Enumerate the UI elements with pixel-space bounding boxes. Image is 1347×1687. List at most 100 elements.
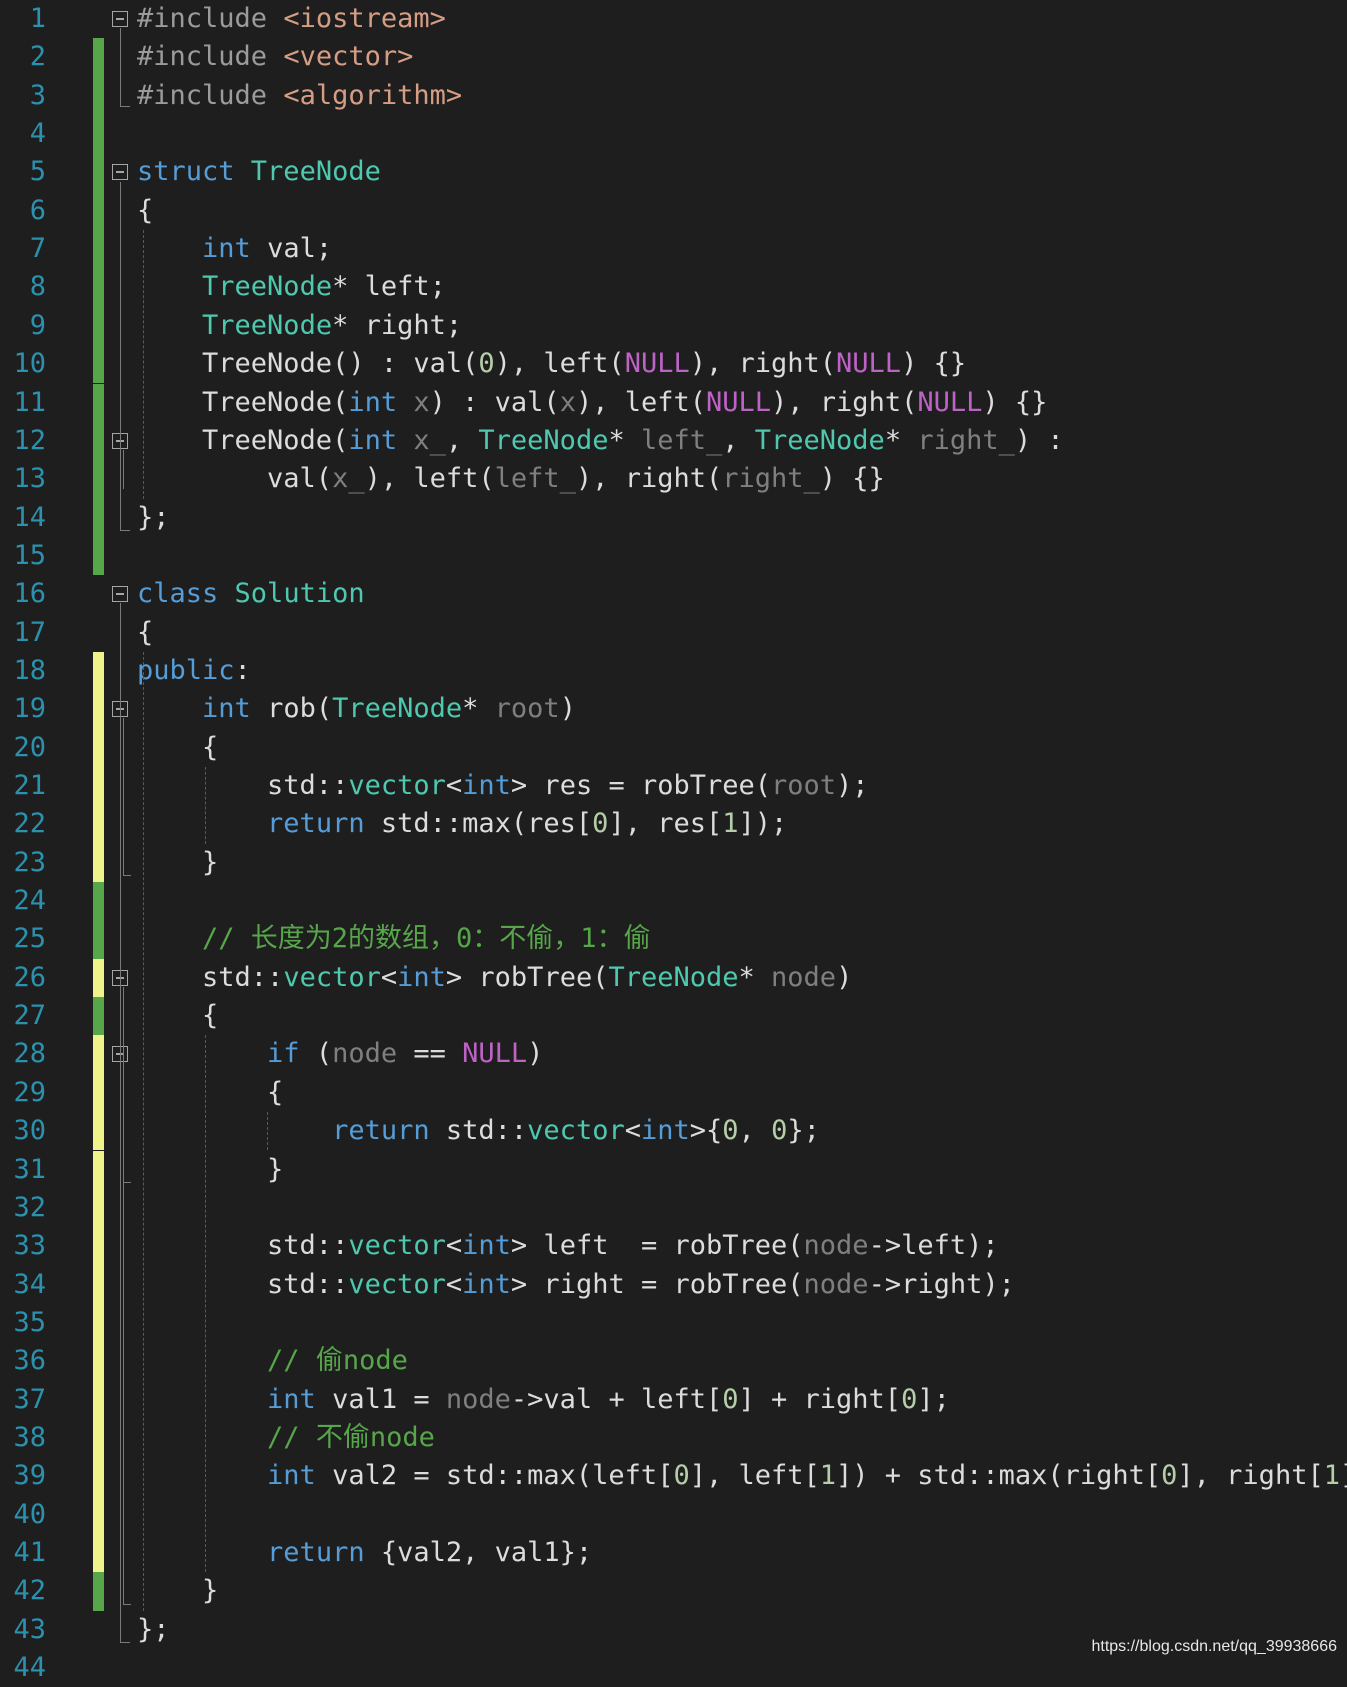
code-text: public: [137, 652, 251, 690]
token-param: left_ [494, 463, 576, 495]
code-line[interactable]: 34 std::vector<int> right = robTree(node… [0, 1265, 1347, 1304]
code-line[interactable]: 9 TreeNode* right; [0, 306, 1347, 346]
token-param: x_ [332, 463, 365, 495]
code-line[interactable]: 16 class Solution [0, 575, 1347, 613]
token-type: vector [348, 1268, 446, 1300]
code-line[interactable]: 29 { [0, 1073, 1347, 1113]
change-bar-saved [93, 191, 104, 231]
line-number: 30 [13, 1115, 46, 1147]
code-line[interactable]: 35 [0, 1303, 1347, 1343]
code-line[interactable]: 26 std::vector<int> robTree(TreeNode* no… [0, 958, 1347, 998]
code-line[interactable]: 41 return {val2, val1}; [0, 1534, 1347, 1573]
token-plain: val; [250, 233, 333, 265]
token-number: 0 [901, 1383, 918, 1415]
token-plain: > robTree( [445, 961, 609, 993]
code-line[interactable]: 37 int val1 = node->val + left[0] + righ… [0, 1380, 1347, 1419]
token-plain: > right = robTree( [510, 1268, 804, 1300]
token-plain: ), left( [364, 463, 495, 495]
code-text: val(x_), left(left_), right(right_) {} [137, 460, 885, 498]
code-line[interactable]: 2 #include <vector> [0, 38, 1347, 77]
code-text: TreeNode(int x) : val(x), left(NULL), ri… [137, 384, 1047, 422]
code-line[interactable]: 11 TreeNode(int x) : val(x), left(NULL),… [0, 383, 1347, 422]
code-line[interactable]: 20 { [0, 728, 1347, 767]
change-bar-unsaved [93, 1035, 104, 1074]
code-line[interactable]: 39 int val2 = std::max(left[0], left[1])… [0, 1457, 1347, 1496]
code-line[interactable]: 5 struct TreeNode [0, 153, 1347, 192]
code-line[interactable]: 19 int rob(TreeNode* root) [0, 690, 1347, 729]
code-line[interactable]: 23 } [0, 843, 1347, 883]
code-line[interactable]: 7 int val; [0, 230, 1347, 269]
token-type: vector [348, 1230, 446, 1262]
code-line[interactable]: 30 return std::vector<int>{0, 0}; [0, 1112, 1347, 1151]
token-plain: std:: [137, 1268, 349, 1300]
line-number: 44 [13, 1652, 46, 1684]
code-line[interactable]: 4 [0, 115, 1347, 154]
token-keyword: int [640, 1115, 690, 1147]
code-line[interactable]: 40 [0, 1495, 1347, 1534]
line-number: 43 [13, 1613, 46, 1645]
token-number: 1 [1323, 1460, 1340, 1492]
code-line[interactable]: 22 return std::max(res[0], res[1]); [0, 805, 1347, 844]
code-line[interactable]: 10 TreeNode() : val(0), left(NULL), righ… [0, 345, 1347, 384]
code-line[interactable]: 36 // 偷node [0, 1342, 1347, 1381]
token-param: node [771, 961, 837, 993]
token-param: x_ [413, 424, 446, 456]
token-plain: * right; [332, 309, 463, 341]
change-bar-unsaved [93, 1380, 104, 1419]
code-line[interactable]: 33 std::vector<int> left = robTree(node-… [0, 1227, 1347, 1266]
code-line[interactable]: 27 { [0, 997, 1347, 1036]
minus-box-icon[interactable] [112, 11, 128, 27]
token-plain: { [137, 731, 219, 763]
line-number: 25 [13, 923, 46, 955]
code-line[interactable]: 24 [0, 882, 1347, 921]
token-plain: * [738, 961, 772, 993]
line-number: 24 [13, 885, 46, 917]
token-keyword: struct [137, 156, 251, 188]
change-bar-unsaved [93, 1534, 104, 1573]
outline-bracket [120, 181, 121, 530]
token-plain: > res = robTree( [510, 770, 772, 801]
code-line[interactable]: 15 [0, 536, 1347, 576]
code-line[interactable]: 3 #include <algorithm> [0, 76, 1347, 116]
code-line[interactable]: 21 std::vector<int> res = robTree(root); [0, 767, 1347, 806]
code-line[interactable]: 38 // 不偷node [0, 1418, 1347, 1458]
code-line[interactable]: 25 // 长度为2的数组，0：不偷，1：偷 [0, 920, 1347, 959]
line-number: 19 [13, 693, 46, 725]
token-string: <iostream> [283, 3, 446, 34]
code-text: { [137, 1074, 283, 1112]
code-line[interactable]: 12 TreeNode(int x_, TreeNode* left_, Tre… [0, 421, 1347, 461]
code-line[interactable]: 31 } [0, 1150, 1347, 1189]
code-line[interactable]: 42 } [0, 1572, 1347, 1611]
code-line[interactable]: 6{ [0, 191, 1347, 231]
token-type: TreeNode [754, 424, 885, 456]
code-line[interactable]: 17 { [0, 614, 1347, 652]
code-text: TreeNode(int x_, TreeNode* left_, TreeNo… [137, 422, 1064, 460]
code-line[interactable]: 28 if (node == NULL) [0, 1035, 1347, 1074]
line-number: 12 [13, 424, 46, 456]
line-number: 27 [13, 1000, 46, 1032]
token-plain: } [137, 1153, 284, 1185]
minus-box-icon[interactable] [112, 586, 128, 603]
minus-box-icon[interactable] [112, 164, 128, 181]
code-text: return std::vector<int>{0, 0}; [137, 1112, 820, 1150]
code-line[interactable]: 13 val(x_), left(left_), right(right_) {… [0, 460, 1347, 499]
code-line[interactable]: 8 TreeNode* left; [0, 268, 1347, 307]
code-line[interactable]: 18 public: [0, 651, 1347, 691]
code-editor[interactable]: 1 #include <iostream> 2 #include <vector> 3 #… [0, 0, 1347, 1683]
line-number: 15 [13, 539, 46, 571]
line-number: 6 [29, 194, 46, 226]
code-line[interactable]: 14}; [0, 498, 1347, 537]
token-preproc: #include [137, 3, 284, 34]
token-number: 0 [1161, 1460, 1178, 1492]
token-plain: * left; [332, 271, 446, 303]
code-line[interactable]: 32 [0, 1188, 1347, 1228]
change-bar-saved [93, 230, 104, 269]
token-plain: ), right( [575, 463, 723, 495]
token-macro: NULL [706, 386, 772, 418]
code-line[interactable]: 1 #include <iostream> [0, 0, 1347, 38]
token-plain: val2 = std::max(left[ [315, 1460, 674, 1492]
